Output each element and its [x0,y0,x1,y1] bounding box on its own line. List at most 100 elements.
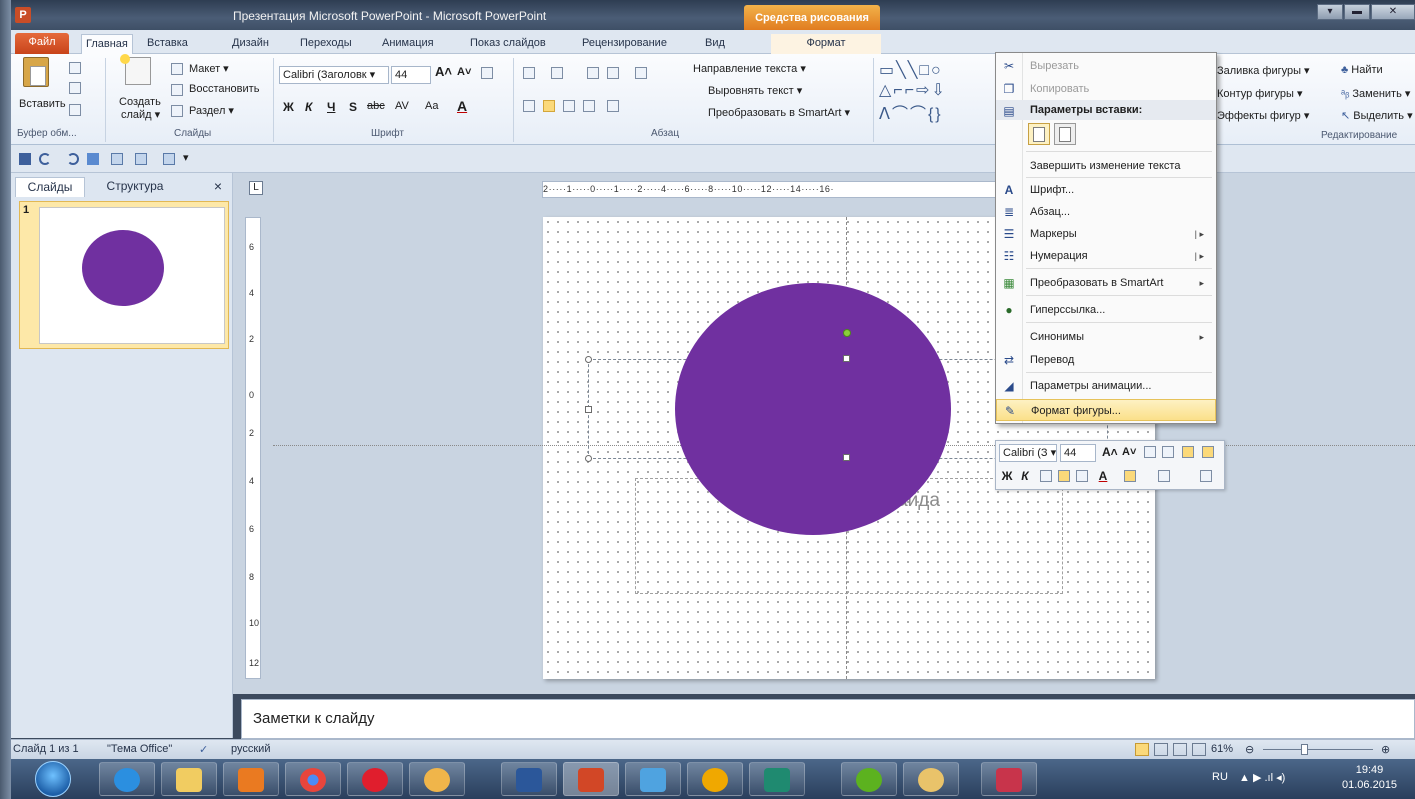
language-indicator[interactable]: русский [231,743,270,755]
menu-paragraph[interactable]: ≣ Абзац... [996,201,1216,223]
tab-stop-selector[interactable]: L [249,181,263,195]
format-painter-icon[interactable] [69,104,81,116]
vertical-ruler[interactable]: 6 4 2 0 2 4 6 8 10 12 [245,217,261,679]
new-slide-dropdown[interactable]: слайд ▾ [121,108,160,121]
text-direction-button[interactable]: Направление текста ▾ [693,62,806,75]
shape-outline-button[interactable]: Контур фигуры ▾ [1217,87,1303,100]
menu-synonyms[interactable]: Синонимы ▸ [996,326,1216,348]
taskbar-media[interactable] [223,762,279,796]
tab-home[interactable]: Главная [81,34,133,54]
rotation-handle[interactable] [843,329,851,337]
align-right-icon[interactable] [563,100,575,112]
taskbar-word[interactable] [501,762,557,796]
taskbar-paint[interactable] [903,762,959,796]
zoom-in-icon[interactable]: ⊕ [1381,743,1390,756]
menu-copy[interactable]: ❐ Копировать [996,78,1216,100]
menu-hyperlink[interactable]: ● Гиперссылка... [996,299,1216,321]
menu-font[interactable]: A Шрифт... [996,179,1216,201]
align-text-button[interactable]: Выровнять текст ▾ [708,84,802,97]
tray-icons[interactable]: ▲ ▶ .ıl ◂) [1239,771,1285,784]
slide-sorter-icon[interactable] [1154,743,1168,756]
resize-handle[interactable] [585,455,592,462]
mini-decrease-indent-icon[interactable] [1144,446,1156,458]
reading-view-icon[interactable] [1173,743,1187,756]
spellcheck-icon[interactable]: ✓ [199,743,208,756]
mini-outline-icon[interactable] [1158,470,1170,482]
spacing-button[interactable]: AV [395,100,409,112]
cut-icon[interactable] [69,62,81,74]
align-center-icon[interactable] [543,100,555,112]
purple-circle-shape[interactable] [675,283,951,535]
paste-button[interactable]: Вставить [19,98,66,110]
tab-view[interactable]: Вид [701,34,729,54]
redo-icon[interactable] [67,153,79,165]
layout-button[interactable]: Макет ▾ [189,62,229,75]
mini-align-left-icon[interactable] [1040,470,1052,482]
menu-bullets[interactable]: ☰ Маркеры | ▸ [996,223,1216,245]
tab-slides[interactable]: Слайды [15,177,85,197]
numbering-icon[interactable] [551,67,563,79]
normal-view-icon[interactable] [1135,743,1149,756]
customize-qat-icon[interactable]: ▾ [183,151,189,164]
shadow-button[interactable]: S [349,100,357,114]
menu-translate[interactable]: ⇄ Перевод [996,349,1216,371]
mini-send-back-icon[interactable] [1202,446,1214,458]
shapes-gallery-row3[interactable]: ᐱ⌒⌒{} [879,100,943,124]
zoom-level[interactable]: 61% [1211,743,1233,755]
paste-icon[interactable] [23,57,49,87]
close-panel-icon[interactable]: × [211,177,225,197]
start-button[interactable] [35,761,71,797]
taskbar-opera[interactable] [347,762,403,796]
strikethrough-button[interactable]: abc [367,100,385,112]
menu-smartart[interactable]: ▦ Преобразовать в SmartArt ▸ [996,272,1216,294]
tab-file[interactable]: Файл [15,33,69,54]
shape-fill-button[interactable]: Заливка фигуры ▾ [1217,64,1310,77]
new-icon[interactable] [111,153,123,165]
tab-design[interactable]: Дизайн [228,34,273,54]
theme-name[interactable]: "Тема Office" [107,743,172,755]
tab-slideshow[interactable]: Показ слайдов [466,34,550,54]
open-icon[interactable] [135,153,147,165]
new-slide-icon[interactable] [120,54,151,85]
maximize-button[interactable]: ▬ [1344,4,1370,20]
mini-font-color-icon[interactable]: A [1096,468,1110,484]
slide-thumbnail[interactable] [39,207,225,344]
section-button[interactable]: Раздел ▾ [189,104,234,117]
taskbar-powerpoint[interactable] [563,762,619,796]
increase-indent-icon[interactable] [607,67,619,79]
align-left-icon[interactable] [523,100,535,112]
taskbar-publisher[interactable] [749,762,805,796]
justify-icon[interactable] [583,100,595,112]
menu-numbering[interactable]: ☷ Нумерация | ▸ [996,245,1216,267]
taskbar-utorrent[interactable] [841,762,897,796]
taskbar-app2[interactable] [625,762,681,796]
mini-bold-button[interactable]: Ж [1000,468,1014,484]
menu-format-shape[interactable]: ✎ Формат фигуры... [996,399,1216,421]
clear-format-icon[interactable] [481,67,493,79]
font-size-combo[interactable]: 44 [391,66,431,84]
clock[interactable]: 19:49 01.06.2015 [1342,763,1397,793]
mini-shrink-font-icon[interactable]: A˅ [1122,446,1136,458]
bold-button[interactable]: Ж [283,100,294,114]
grow-font-icon[interactable]: A˄ [435,64,452,79]
taskbar-app4[interactable] [981,762,1037,796]
underline-button[interactable]: Ч [327,100,335,114]
new-slide-button[interactable]: Создать [119,96,161,108]
copy-icon[interactable] [69,82,81,94]
resize-handle[interactable] [843,355,850,362]
select-button[interactable]: ↖ Выделить ▾ [1341,109,1413,122]
paste-keep-source-button[interactable] [1028,123,1050,145]
tab-outline[interactable]: Структура [95,177,175,197]
columns-icon[interactable] [607,100,619,112]
tab-format[interactable]: Формат [771,34,881,54]
menu-cut[interactable]: ✂ Вырезать [996,55,1216,77]
shape-effects-button[interactable]: Эффекты фигур ▾ [1217,109,1309,122]
decrease-indent-icon[interactable] [587,67,599,79]
resize-handle[interactable] [585,406,592,413]
undo-icon[interactable] [39,153,51,165]
mini-bring-front-icon[interactable] [1182,446,1194,458]
change-case-button[interactable]: Aa [425,100,438,112]
menu-finish-edit[interactable]: Завершить изменение текста [996,155,1216,177]
resize-handle[interactable] [843,454,850,461]
tab-insert[interactable]: Вставка [143,34,192,54]
